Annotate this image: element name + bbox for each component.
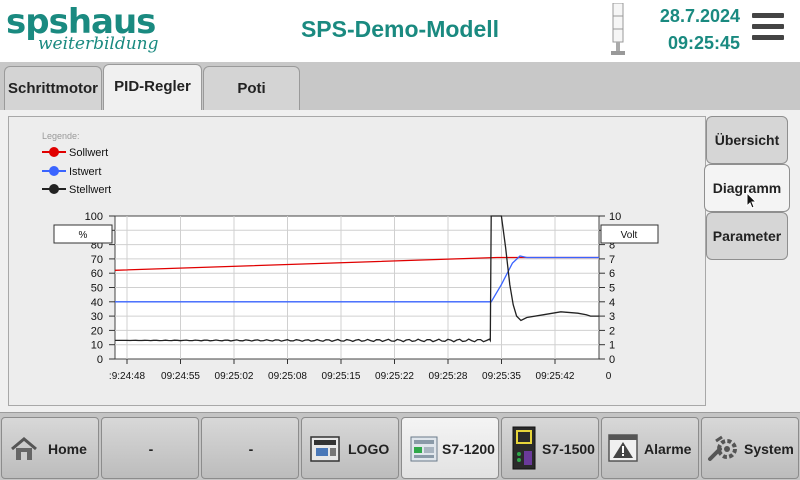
- legend-title: Legende:: [42, 131, 80, 141]
- x-tick-label: :9:24:48: [109, 371, 146, 382]
- logo-plc-icon: [310, 434, 340, 469]
- y-tick-label-right: 1: [609, 340, 615, 352]
- company-logo: spshaus weiterbildung: [6, 4, 166, 58]
- logo-tagline: weiterbildung: [38, 34, 159, 54]
- x-axis-ticks: :9:24:48 09:24:55 09:25:02 09:25:08 09:25:15…: [109, 359, 612, 382]
- y-tick-label-right: 2: [609, 325, 615, 337]
- nav-logo-button[interactable]: LOGO: [301, 417, 399, 479]
- tab-schrittmotor[interactable]: Schrittmotor: [4, 66, 102, 110]
- tab-poti[interactable]: Poti: [203, 66, 300, 110]
- legend-entry-sollwert: Sollwert: [42, 147, 108, 159]
- y-tick-label-right: 4: [609, 297, 615, 309]
- content-area: Legende: Sollwert Istwert Stellwert 100 …: [0, 110, 800, 412]
- nav-s7-1200-label: S7-1200: [442, 441, 495, 457]
- s7-1500-plc-icon: [512, 426, 536, 475]
- nav-home-button[interactable]: Home: [1, 417, 99, 479]
- y-tick-label-right: 7: [609, 254, 615, 266]
- y-tick-label-left: 70: [91, 254, 103, 266]
- y-tick-label-left: 30: [91, 311, 103, 323]
- y-tick-label-left: 40: [91, 297, 103, 309]
- y-tick-label-left: 20: [91, 325, 103, 337]
- y-tick-label-right: 3: [609, 311, 615, 323]
- legend-entry-stellwert: Stellwert: [42, 184, 111, 196]
- parameter-button[interactable]: Parameter: [706, 212, 788, 260]
- right-unit-label: Volt: [621, 230, 638, 241]
- alarm-warning-icon: [608, 434, 638, 467]
- x-tick-label: 09:25:42: [536, 371, 575, 382]
- nav-home-label: Home: [48, 441, 87, 457]
- y-tick-label-right: 10: [609, 211, 621, 223]
- tab-bar: Schrittmotor PID-Regler Poti: [0, 62, 800, 112]
- x-tick-label: 09:25:08: [268, 371, 307, 382]
- x-tick-label: 09:25:22: [375, 371, 414, 382]
- x-tick-label: 09:25:15: [322, 371, 361, 382]
- y-tick-label-left: 60: [91, 268, 103, 280]
- time-display: 09:25:45: [667, 33, 740, 53]
- y-tick-label-right: 0: [609, 354, 615, 366]
- nav-s7-1500-button[interactable]: S7-1500: [501, 417, 599, 479]
- legend-marker-sollwert: [49, 147, 59, 157]
- signal-tower-icon: [611, 2, 625, 57]
- nav-empty-button-2[interactable]: -: [201, 417, 299, 479]
- tab-pid-regler[interactable]: PID-Regler: [103, 64, 202, 112]
- overview-button[interactable]: Übersicht: [706, 116, 788, 164]
- bottom-nav: Home - - LOGO S7-1200 S7-1500 Alarme Sys…: [0, 412, 800, 480]
- nav-empty-button-1[interactable]: -: [101, 417, 199, 479]
- y-tick-label-left: 0: [97, 354, 103, 366]
- nav-s7-1500-label: S7-1500: [542, 441, 595, 457]
- nav-alarme-label: Alarme: [644, 441, 692, 457]
- nav-system-label: System: [744, 441, 794, 457]
- left-unit-label: %: [79, 230, 88, 241]
- house-icon: [10, 437, 38, 466]
- x-tick-label: 09:25:02: [215, 371, 254, 382]
- x-tick-label: 09:24:55: [161, 371, 200, 382]
- x-tick-label: 09:25:28: [429, 371, 468, 382]
- x-tick-label: 0: [606, 371, 612, 382]
- legend-entry-istwert: Istwert: [42, 166, 101, 178]
- hamburger-icon[interactable]: [752, 13, 784, 45]
- legend-marker-istwert: [49, 166, 59, 176]
- legend-label-istwert: Istwert: [69, 166, 101, 178]
- nav-empty-label-2: -: [248, 441, 254, 457]
- y-tick-label-right: 5: [609, 283, 615, 295]
- nav-logo-label: LOGO: [348, 441, 390, 457]
- nav-system-button[interactable]: System: [701, 417, 799, 479]
- nav-alarme-button[interactable]: Alarme: [601, 417, 699, 479]
- y-tick-label-left: 100: [85, 211, 103, 223]
- nav-s7-1200-button[interactable]: S7-1200: [401, 417, 499, 479]
- mouse-cursor-icon: [746, 191, 758, 210]
- trend-chart: Legende: Sollwert Istwert Stellwert 100 …: [42, 131, 659, 382]
- nav-empty-label-1: -: [148, 441, 154, 457]
- hmi-screen: spshaus weiterbildung SPS-Demo-Modell 28…: [0, 0, 800, 480]
- app-title: SPS-Demo-Modell: [300, 16, 500, 42]
- header-bar: spshaus weiterbildung SPS-Demo-Modell 28…: [0, 0, 800, 62]
- y-tick-label-left: 50: [91, 283, 103, 295]
- y-tick-label-right: 6: [609, 268, 615, 280]
- x-tick-label: 09:25:35: [482, 371, 521, 382]
- legend-marker-stellwert: [49, 184, 59, 194]
- system-gear-icon: [707, 433, 741, 468]
- legend-label-stellwert: Stellwert: [69, 184, 111, 196]
- legend-label-sollwert: Sollwert: [69, 147, 108, 159]
- y-tick-label-left: 10: [91, 340, 103, 352]
- trend-chart-panel: Legende: Sollwert Istwert Stellwert 100 …: [8, 116, 706, 406]
- date-display: 28.7.2024: [659, 6, 740, 26]
- s7-1200-plc-icon: [410, 435, 438, 468]
